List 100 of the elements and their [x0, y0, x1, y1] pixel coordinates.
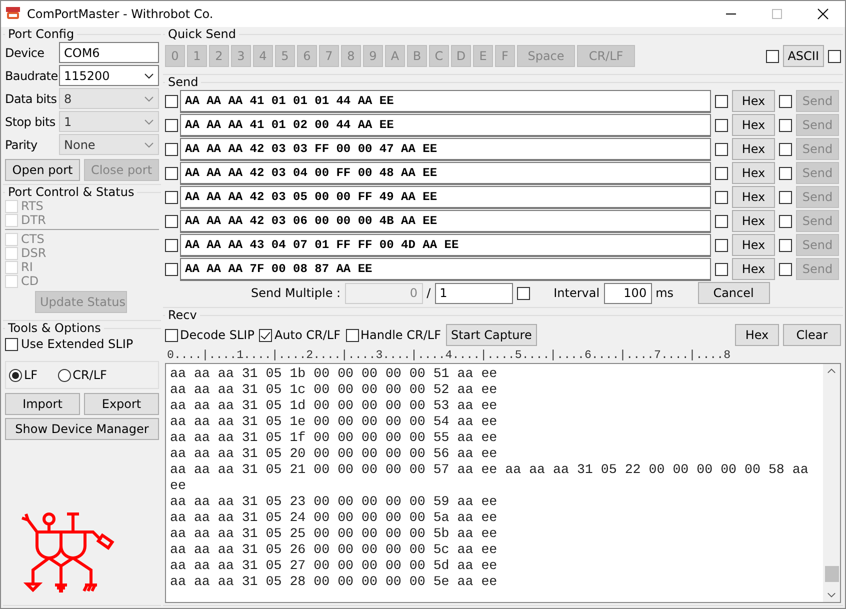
window-title: ComPortMaster - Withrobot Co. [27, 7, 214, 21]
send-data-field[interactable]: AA AA AA 41 01 01 01 44 AA EE [180, 90, 711, 112]
caret-icon [144, 72, 154, 78]
start-capture-button[interactable]: Start Capture [446, 324, 537, 346]
checkbox[interactable] [165, 190, 178, 204]
checkbox-label: RTS [21, 199, 44, 213]
checkbox[interactable] [715, 166, 728, 180]
port-button[interactable]: Open port [5, 159, 80, 181]
checkbox-label: DSR [21, 246, 46, 260]
tool-button[interactable]: Import [5, 393, 80, 415]
clear-button[interactable]: Clear [783, 324, 841, 346]
field-label: Data bits [5, 92, 58, 106]
send-data-field[interactable]: AA AA AA 42 03 04 00 FF 00 48 AA EE [180, 162, 711, 184]
group-title: Port Config [7, 27, 76, 41]
checkbox[interactable] [779, 238, 792, 252]
checkbox[interactable] [165, 142, 178, 156]
device-manager-button[interactable]: Show Device Manager [5, 418, 159, 440]
close-icon[interactable] [817, 8, 829, 20]
scroll-up-icon[interactable] [827, 368, 836, 374]
send-data-field[interactable]: AA AA AA 41 01 02 00 44 AA EE [180, 114, 711, 136]
checkbox-label: CTS [21, 232, 44, 246]
hex-button[interactable]: Hex [732, 162, 775, 184]
send-data-field[interactable]: AA AA AA 43 04 07 01 FF FF 00 4D AA EE [180, 234, 711, 256]
send-data-field[interactable]: AA AA AA 42 03 03 FF 00 00 47 AA EE [180, 138, 711, 160]
dropdown[interactable]: 115200 [59, 65, 159, 86]
checkbox[interactable] [165, 262, 178, 276]
checkbox[interactable] [165, 214, 178, 228]
checkbox[interactable] [165, 94, 178, 108]
checkbox-label: Handle CR/LF [360, 328, 441, 342]
received-line: aa aa aa 31 05 1b 00 00 00 00 00 51 aa ee [170, 366, 498, 382]
checkbox-label: Decode SLIP [180, 328, 254, 342]
checkbox[interactable] [715, 94, 728, 108]
checkbox-label: Auto CR/LF [274, 328, 340, 342]
hex-button[interactable]: Hex [732, 186, 775, 208]
field-label: Device [5, 46, 46, 60]
hex-button[interactable]: Hex [732, 258, 775, 280]
interval-label: Interval [554, 286, 600, 300]
checkbox[interactable] [346, 328, 358, 342]
group-title: Quick Send [167, 27, 237, 41]
checkbox-label: Use Extended SLIP [21, 337, 134, 351]
checkbox[interactable] [779, 118, 792, 132]
field-label: Baudrate [5, 68, 59, 82]
checkbox[interactable] [715, 190, 728, 204]
scroll-thumb[interactable] [824, 566, 838, 582]
received-line: aa aa aa 31 05 25 00 00 00 00 00 5b aa ee [170, 526, 498, 542]
checkbox[interactable] [165, 166, 178, 180]
checkbox[interactable] [779, 94, 792, 108]
checkbox[interactable] [715, 142, 728, 156]
scrollbar[interactable] [823, 364, 840, 602]
checkbox[interactable] [779, 262, 792, 276]
send-data-field[interactable]: AA AA AA 42 03 05 00 00 FF 49 AA EE [180, 186, 711, 208]
checkbox[interactable] [259, 328, 272, 342]
caret-icon [144, 118, 154, 124]
received-line: aa aa aa 31 05 23 00 00 00 00 00 59 aa ee [170, 494, 498, 510]
checkbox[interactable] [715, 118, 728, 132]
hex-button[interactable]: Hex [732, 90, 775, 112]
checkbox-label: CD [21, 274, 39, 288]
checkbox[interactable] [779, 142, 792, 156]
cancel-button[interactable]: Cancel [698, 282, 770, 304]
hex-button[interactable]: Hex [732, 114, 775, 136]
hex-button[interactable]: Hex [735, 324, 779, 346]
unit-label: ms [656, 286, 674, 300]
separator-text: / [426, 286, 431, 300]
radio-button[interactable] [58, 368, 71, 382]
total-count-field[interactable]: 1 [434, 282, 513, 304]
radio-button[interactable] [9, 368, 22, 382]
hex-button[interactable]: Hex [732, 210, 775, 232]
received-line: aa aa aa 31 05 27 00 00 00 00 00 5d aa ee [170, 558, 498, 574]
group-title: Recv [167, 308, 198, 322]
interval-field[interactable]: 100 [604, 282, 652, 304]
send-multiple-label: Send Multiple : [251, 286, 341, 300]
hex-button[interactable]: Hex [732, 138, 775, 160]
checkbox[interactable] [779, 166, 792, 180]
checkbox[interactable] [779, 214, 792, 228]
checkbox[interactable] [165, 118, 178, 132]
tool-button[interactable]: Export [84, 393, 159, 415]
checkbox[interactable] [715, 262, 728, 276]
checkbox[interactable] [516, 286, 530, 300]
checkbox[interactable] [828, 50, 841, 62]
caret-icon [144, 142, 154, 148]
device-field[interactable]: COM6 [59, 42, 159, 63]
checkbox[interactable] [715, 238, 728, 252]
checkbox[interactable] [779, 190, 792, 204]
radio-label: LF [24, 368, 38, 382]
checkbox[interactable] [5, 338, 18, 350]
checkbox[interactable] [165, 328, 178, 342]
received-line: aa aa aa 31 05 1e 00 00 00 00 00 54 aa ee [170, 414, 498, 430]
caret-icon [144, 96, 154, 102]
send-data-field[interactable]: AA AA AA 7F 00 08 87 AA EE [180, 258, 711, 280]
scroll-down-icon[interactable] [827, 592, 836, 598]
checkbox[interactable] [165, 238, 178, 252]
received-line: aa aa aa 31 05 26 00 00 00 00 00 5c aa ee [170, 542, 498, 558]
radio-label: CR/LF [72, 368, 107, 382]
checkbox[interactable] [715, 214, 728, 228]
field-label: Stop bits [5, 114, 56, 128]
checkbox[interactable] [766, 50, 779, 62]
send-count-field: 0 [344, 282, 423, 304]
hex-button[interactable]: Hex [732, 234, 775, 256]
send-data-field[interactable]: AA AA AA 42 03 06 00 00 00 4B AA EE [180, 210, 711, 232]
ascii-button[interactable]: ASCII [782, 45, 824, 67]
